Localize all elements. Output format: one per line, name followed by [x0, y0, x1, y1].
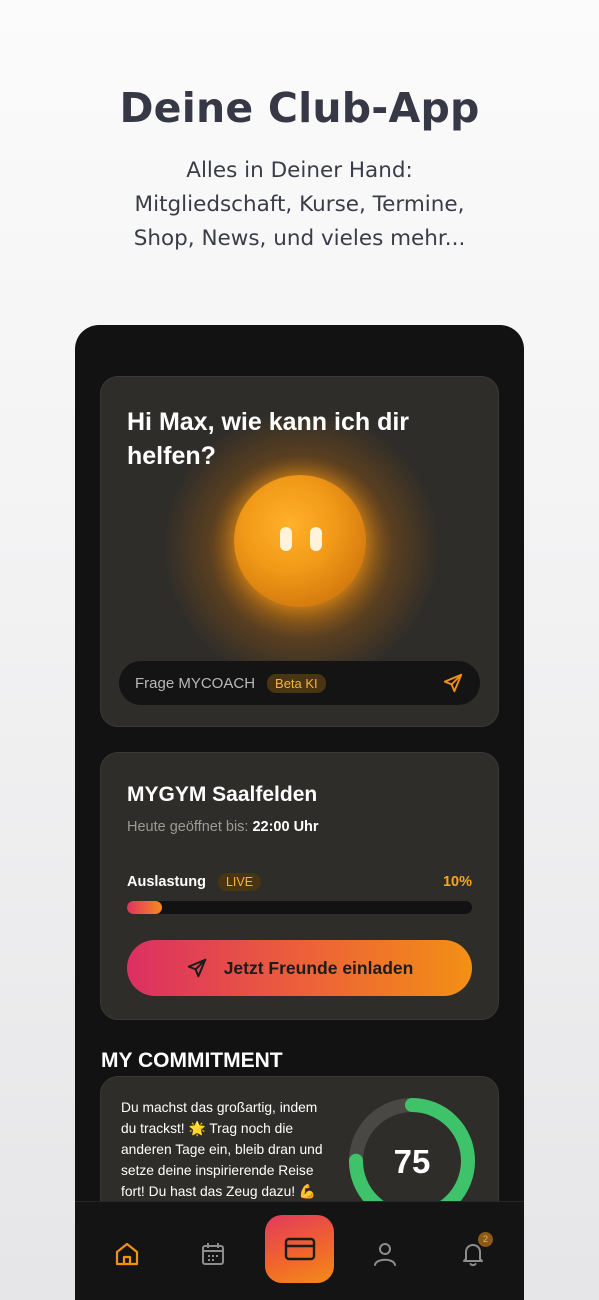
live-badge: LIVE — [217, 873, 262, 891]
send-icon[interactable] — [442, 672, 464, 694]
send-icon — [187, 958, 206, 978]
occupancy-bar — [127, 901, 472, 914]
coach-avatar-orb[interactable] — [234, 475, 366, 607]
orb-eye-right — [310, 527, 322, 551]
commitment-line: setze deine inspirierende Reise — [121, 1163, 314, 1178]
ask-placeholder: Frage MYCOACH — [135, 674, 256, 692]
profile-icon[interactable] — [371, 1240, 399, 1268]
commitment-section-title: MY COMMITMENT — [101, 1049, 283, 1072]
occupancy-bar-fill — [127, 901, 162, 914]
membership-card-icon — [284, 1237, 315, 1261]
notifications-button[interactable]: 2 — [459, 1232, 493, 1268]
hero-subtitle-line: Alles in Deiner Hand: — [186, 158, 413, 183]
hero-title: Deine Club-App — [119, 84, 480, 132]
coach-ask-input[interactable]: Frage MYCOACH Beta KI — [119, 661, 480, 705]
occupancy-label: Auslastung — [127, 874, 206, 890]
phone-mockup: Hi Max, wie kann ich dir helfen? Frage M… — [75, 325, 524, 1300]
commitment-line: anderen Tage ein, bleib dran und — [121, 1142, 323, 1157]
notification-badge: 2 — [478, 1232, 493, 1247]
gym-name: MYGYM Saalfelden — [127, 783, 318, 806]
hours-label: Heute geöffnet bis: — [127, 819, 249, 835]
commitment-message: Du machst das großartig, indem du tracks… — [121, 1097, 339, 1202]
occupancy-percent: 10% — [442, 874, 472, 890]
commitment-score: 75 — [394, 1143, 431, 1180]
opening-hours: Heute geöffnet bis: 22:00 Uhr — [127, 819, 319, 835]
invite-button-label: Jetzt Freunde einladen — [223, 957, 414, 978]
commitment-line: du trackst! 🌟 Trag noch die — [121, 1121, 294, 1136]
beta-badge: Beta KI — [267, 673, 326, 693]
coach-card: Hi Max, wie kann ich dir helfen? Frage M… — [100, 376, 499, 727]
hero-subtitle-line: Shop, News, und vieles mehr... — [133, 226, 466, 251]
gym-card: MYGYM Saalfelden Heute geöffnet bis: 22:0… — [100, 752, 499, 1020]
coach-greeting: Hi Max, wie kann ich dir helfen? — [127, 405, 447, 473]
hours-value: 22:00 Uhr — [252, 819, 319, 835]
home-icon[interactable] — [113, 1240, 141, 1268]
orb-eye-left — [280, 527, 292, 551]
commitment-line: fort! Du hast das Zeug dazu! 💪 — [121, 1184, 317, 1199]
coach-greeting-line: Hi Max, wie kann ich dir — [127, 408, 410, 436]
invite-friends-button[interactable]: Jetzt Freunde einladen — [127, 940, 472, 996]
membership-card-button[interactable] — [265, 1215, 334, 1283]
coach-greeting-line: helfen? — [127, 442, 216, 470]
bottom-nav: 2 — [75, 1201, 524, 1300]
occupancy-row: Auslastung LIVE 10% — [127, 870, 472, 894]
calendar-icon[interactable] — [199, 1240, 227, 1268]
hero-subtitle-line: Mitgliedschaft, Kurse, Termine, — [134, 192, 465, 217]
hero-subtitle: Alles in Deiner Hand: Mitgliedschaft, Ku… — [0, 154, 599, 256]
commitment-line: Du machst das großartig, indem — [121, 1100, 318, 1115]
